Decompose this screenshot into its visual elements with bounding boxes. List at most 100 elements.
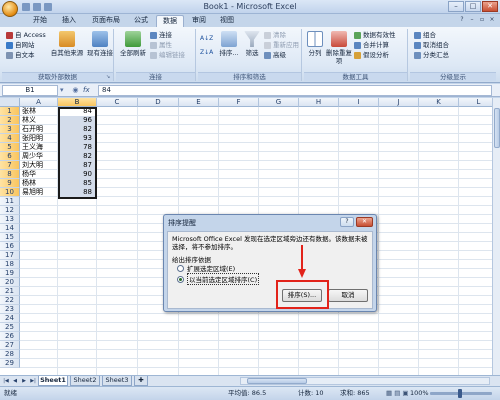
column-header[interactable]: D bbox=[138, 98, 179, 107]
view-buttons[interactable]: ▦ ▤ ▣ bbox=[386, 387, 409, 400]
advanced-button[interactable]: 高级 bbox=[264, 51, 286, 59]
cell-name[interactable]: 杨华 bbox=[22, 170, 58, 179]
sheet-tab-3[interactable]: Sheet3 bbox=[102, 376, 132, 386]
row-header[interactable]: 15 bbox=[0, 233, 20, 242]
subtotal-button[interactable]: 分类汇总 bbox=[414, 51, 449, 59]
column-header[interactable]: I bbox=[339, 98, 379, 107]
from-access-button[interactable]: 自 Access bbox=[6, 31, 46, 39]
zoom-slider-knob[interactable] bbox=[458, 389, 462, 398]
filter-button[interactable]: 筛选 bbox=[242, 31, 262, 57]
from-other-sources-button[interactable]: 自其他来源 bbox=[50, 31, 84, 57]
last-sheet-icon[interactable]: ▶| bbox=[29, 377, 37, 385]
help-icon[interactable]: ? bbox=[458, 16, 466, 24]
expand-selection-radio[interactable]: 扩展选定区域(E) bbox=[177, 263, 235, 273]
current-selection-radio[interactable]: 以当前选定区域排序(C) bbox=[177, 273, 260, 285]
vertical-scrollbar[interactable] bbox=[492, 98, 500, 375]
row-header[interactable]: 4 bbox=[0, 134, 20, 143]
close-button[interactable]: ✕ bbox=[482, 1, 498, 12]
properties-button[interactable]: 属性 bbox=[150, 41, 172, 49]
what-if-button[interactable]: 假设分析 bbox=[354, 51, 389, 59]
row-header[interactable]: 7 bbox=[0, 161, 20, 170]
zoom-level[interactable]: 100% bbox=[410, 387, 429, 400]
cell-name[interactable]: 石开明 bbox=[22, 125, 58, 134]
horizontal-scroll-thumb[interactable] bbox=[247, 378, 307, 384]
column-header[interactable]: G bbox=[259, 98, 299, 107]
clear-button[interactable]: 清除 bbox=[264, 31, 286, 39]
from-web-button[interactable]: 自网站 bbox=[6, 41, 35, 49]
column-header[interactable]: H bbox=[299, 98, 339, 107]
name-box[interactable]: B1 bbox=[2, 85, 58, 96]
data-validation-button[interactable]: 数据有效性 bbox=[354, 31, 396, 39]
cell-name[interactable]: 王义海 bbox=[22, 143, 58, 152]
refresh-all-button[interactable]: 全部刷新 bbox=[118, 31, 148, 57]
office-button[interactable] bbox=[2, 1, 18, 17]
vertical-scroll-thumb[interactable] bbox=[494, 108, 500, 148]
dialog-close-button[interactable]: ✕ bbox=[356, 217, 373, 227]
cell-name[interactable]: 张林 bbox=[22, 107, 58, 116]
cell-name[interactable]: 张阳明 bbox=[22, 134, 58, 143]
sort-ascending-button[interactable]: A↓Z bbox=[200, 35, 213, 43]
column-header[interactable]: F bbox=[219, 98, 259, 107]
formula-input[interactable]: 84 bbox=[98, 85, 492, 96]
text-to-columns-button[interactable]: 分列 bbox=[306, 31, 324, 57]
next-sheet-icon[interactable]: ▶ bbox=[20, 377, 28, 385]
consolidate-button[interactable]: 合并计算 bbox=[354, 41, 389, 49]
from-text-button[interactable]: 自文本 bbox=[6, 51, 35, 59]
row-header[interactable]: 19 bbox=[0, 269, 20, 278]
row-header[interactable]: 9 bbox=[0, 179, 20, 188]
row-header[interactable]: 1 bbox=[0, 107, 20, 116]
row-header[interactable]: 20 bbox=[0, 278, 20, 287]
prev-sheet-icon[interactable]: ◀ bbox=[11, 377, 19, 385]
first-sheet-icon[interactable]: |◀ bbox=[2, 377, 10, 385]
row-header[interactable]: 25 bbox=[0, 323, 20, 332]
row-header[interactable]: 26 bbox=[0, 332, 20, 341]
row-header[interactable]: 6 bbox=[0, 152, 20, 161]
row-header[interactable]: 17 bbox=[0, 251, 20, 260]
cell-name[interactable]: 易旭明 bbox=[22, 188, 58, 197]
remove-duplicates-button[interactable]: 删除重复项 bbox=[326, 31, 352, 65]
cancel-button[interactable]: 取消 bbox=[328, 289, 368, 302]
row-header[interactable]: 8 bbox=[0, 170, 20, 179]
ungroup-button[interactable]: 取消组合 bbox=[414, 41, 449, 49]
tab-review[interactable]: 审阅 bbox=[186, 15, 212, 27]
row-header[interactable]: 13 bbox=[0, 215, 20, 224]
edit-links-button[interactable]: 编辑链接 bbox=[150, 51, 185, 59]
row-header[interactable]: 5 bbox=[0, 143, 20, 152]
minimize-button[interactable]: – bbox=[448, 1, 464, 12]
cell-name[interactable]: 周少华 bbox=[22, 152, 58, 161]
row-header[interactable]: 28 bbox=[0, 350, 20, 359]
horizontal-scrollbar[interactable] bbox=[240, 377, 490, 385]
row-header[interactable]: 11 bbox=[0, 197, 20, 206]
tab-insert[interactable]: 插入 bbox=[56, 15, 82, 27]
tab-view[interactable]: 视图 bbox=[214, 15, 240, 27]
row-header[interactable]: 2 bbox=[0, 116, 20, 125]
row-header[interactable]: 22 bbox=[0, 296, 20, 305]
column-header[interactable]: B bbox=[58, 98, 97, 107]
cell-name[interactable]: 杨林 bbox=[22, 179, 58, 188]
reapply-button[interactable]: 重新应用 bbox=[264, 41, 299, 49]
column-header[interactable]: L bbox=[459, 98, 492, 107]
column-header[interactable]: E bbox=[179, 98, 219, 107]
select-all-corner[interactable] bbox=[0, 98, 20, 107]
row-header[interactable]: 16 bbox=[0, 242, 20, 251]
sort-button[interactable]: 排序... bbox=[218, 31, 240, 57]
row-header[interactable]: 24 bbox=[0, 314, 20, 323]
dialog-launcher-icon[interactable]: ↘ bbox=[106, 74, 112, 80]
column-header[interactable]: J bbox=[379, 98, 419, 107]
cell-name[interactable]: 刘大明 bbox=[22, 161, 58, 170]
ribbon-restore-icon[interactable]: ▫ bbox=[478, 16, 486, 24]
row-header[interactable]: 18 bbox=[0, 260, 20, 269]
row-header[interactable]: 3 bbox=[0, 125, 20, 134]
group-button[interactable]: 组合 bbox=[414, 31, 436, 39]
tab-home[interactable]: 开始 bbox=[26, 15, 54, 27]
column-header[interactable]: K bbox=[419, 98, 459, 107]
existing-connections-button[interactable]: 现有连接 bbox=[86, 31, 114, 57]
tab-data[interactable]: 数据 bbox=[156, 15, 184, 27]
row-header[interactable]: 23 bbox=[0, 305, 20, 314]
row-header[interactable]: 10 bbox=[0, 188, 20, 197]
tab-page-layout[interactable]: 页面布局 bbox=[86, 15, 126, 27]
dialog-help-button[interactable]: ? bbox=[340, 217, 354, 227]
row-header[interactable]: 27 bbox=[0, 341, 20, 350]
sheet-tab-1[interactable]: Sheet1 bbox=[38, 376, 68, 386]
row-header[interactable]: 29 bbox=[0, 359, 20, 368]
